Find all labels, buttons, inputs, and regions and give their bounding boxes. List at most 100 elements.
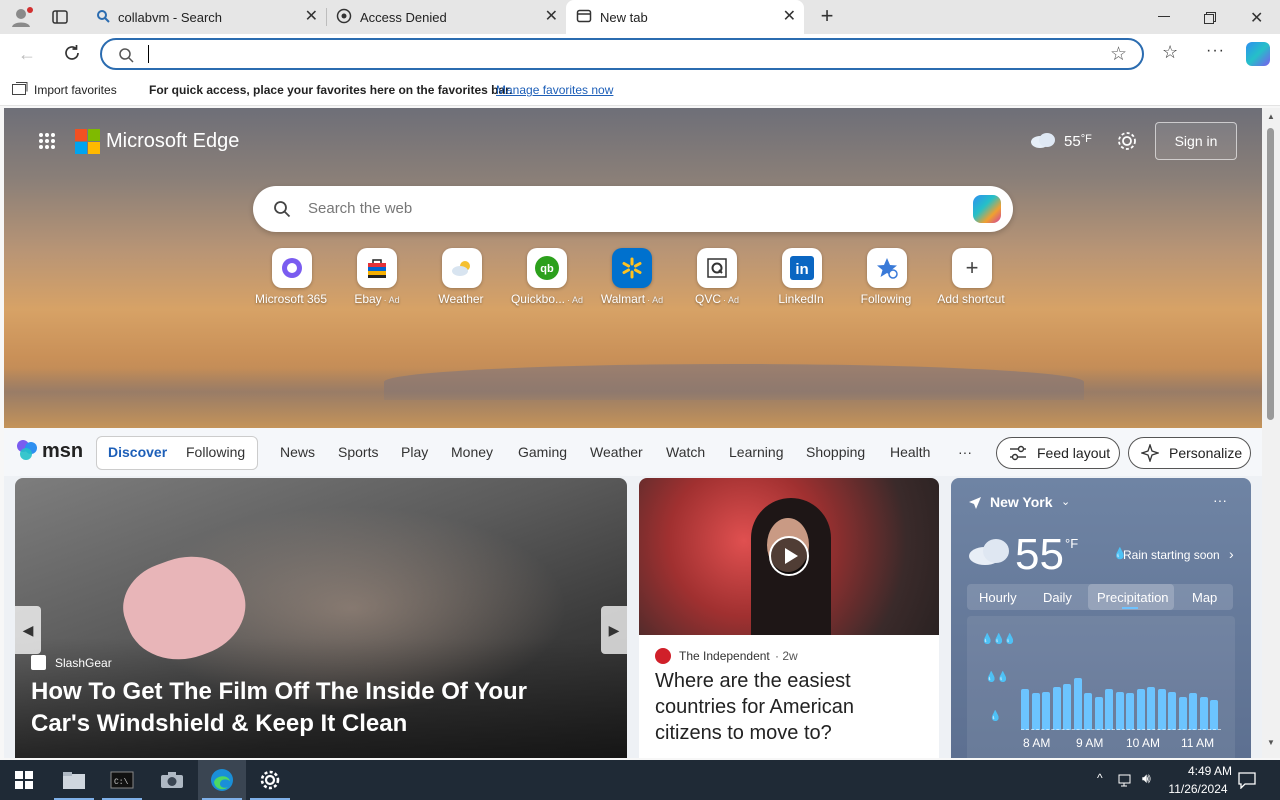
cloud-icon xyxy=(967,536,1013,566)
tab-map[interactable]: Map xyxy=(1192,590,1217,605)
favorite-star-icon[interactable]: ☆ xyxy=(1110,43,1127,66)
time-label: 8 AM xyxy=(1023,736,1051,750)
shortcut-microsoft-365[interactable]: Microsoft 365 xyxy=(252,248,332,306)
tab-discover[interactable]: Discover xyxy=(108,444,167,460)
close-icon[interactable]: ✕ xyxy=(545,9,558,25)
scrollbar-thumb[interactable] xyxy=(1267,128,1274,420)
weather-unit: °F xyxy=(1065,536,1079,551)
next-arrow-button[interactable]: ▶ xyxy=(601,606,627,654)
more-options-icon[interactable]: ··· xyxy=(1213,492,1227,508)
chevron-right-icon[interactable]: › xyxy=(1229,546,1234,562)
feed-layout-button[interactable]: Feed layout xyxy=(996,437,1120,469)
close-window-button[interactable]: ✕ xyxy=(1250,8,1263,28)
taskbar-camera[interactable] xyxy=(148,760,196,800)
play-button[interactable] xyxy=(769,536,809,576)
profile-icon[interactable] xyxy=(10,6,34,28)
web-search-box[interactable]: Search the web xyxy=(253,186,1013,232)
nav-money[interactable]: Money xyxy=(451,444,493,460)
chevron-down-icon[interactable]: ⌄ xyxy=(1061,495,1070,508)
nav-gaming[interactable]: Gaming xyxy=(518,444,567,460)
nav-play[interactable]: Play xyxy=(401,444,428,460)
svg-text:C:\: C:\ xyxy=(114,778,129,787)
shortcut-add[interactable]: + Add shortcut xyxy=(932,248,1012,306)
refresh-icon[interactable] xyxy=(62,43,82,68)
tab-hourly[interactable]: Hourly xyxy=(979,590,1017,605)
featured-article-card[interactable]: ◀ ▶ SlashGear How To Get The Film Off Th… xyxy=(15,478,627,758)
personalize-label: Personalize xyxy=(1169,445,1243,461)
favorites-icon[interactable]: ☆ xyxy=(1162,42,1178,63)
weather-location[interactable]: New York xyxy=(990,494,1053,510)
nav-health[interactable]: Health xyxy=(890,444,930,460)
clock-time[interactable]: 4:49 AM xyxy=(1172,764,1248,778)
taskbar-settings[interactable] xyxy=(246,760,294,800)
shortcut-following[interactable]: Following xyxy=(847,248,927,306)
address-bar[interactable]: ☆ xyxy=(100,38,1144,70)
address-input[interactable] xyxy=(148,45,149,63)
start-button[interactable] xyxy=(0,760,48,800)
manage-favorites-link[interactable]: Manage favorites now xyxy=(496,83,613,97)
new-tab-button[interactable]: + xyxy=(816,5,838,27)
scroll-up-icon[interactable]: ▲ xyxy=(1267,112,1275,121)
shortcut-ebay[interactable]: Ebay · Ad xyxy=(337,248,417,306)
close-icon[interactable]: ✕ xyxy=(783,9,796,25)
search-icon xyxy=(273,200,291,223)
taskbar-file-explorer[interactable] xyxy=(50,760,98,800)
nav-sports[interactable]: Sports xyxy=(338,444,378,460)
tab-following[interactable]: Following xyxy=(186,444,245,460)
personalize-button[interactable]: Personalize xyxy=(1128,437,1251,469)
tab-new-tab[interactable]: New tab ✕ xyxy=(566,0,804,34)
shortcut-walmart[interactable]: Walmart · Ad xyxy=(592,248,672,306)
taskbar-edge[interactable] xyxy=(198,760,246,800)
nav-watch[interactable]: Watch xyxy=(666,444,705,460)
shortcut-label: Walmart xyxy=(600,292,646,306)
article-headline[interactable]: How To Get The Film Off The Inside Of Yo… xyxy=(31,676,591,740)
notification-icon[interactable] xyxy=(1238,771,1256,794)
nav-shopping[interactable]: Shopping xyxy=(806,444,865,460)
clock-date[interactable]: 11/26/2024 xyxy=(1160,782,1236,796)
app-launcher-icon[interactable] xyxy=(38,132,56,150)
nav-learning[interactable]: Learning xyxy=(729,444,784,460)
article-headline[interactable]: Where are the easiest countries for Amer… xyxy=(655,668,925,746)
close-icon[interactable]: ✕ xyxy=(305,9,318,25)
page-scrollbar[interactable]: ▲ ▼ xyxy=(1262,108,1280,758)
msn-logo-icon[interactable] xyxy=(16,439,40,461)
time-label: 11 AM xyxy=(1181,736,1215,750)
import-favorites-button[interactable]: Import favorites xyxy=(34,83,117,97)
copilot-icon[interactable] xyxy=(973,195,1001,223)
prev-arrow-button[interactable]: ◀ xyxy=(15,606,41,654)
file-explorer-icon xyxy=(63,772,85,789)
shortcut-qvc[interactable]: QVC · Ad xyxy=(677,248,757,306)
weather-card[interactable]: New York ⌄ ··· 55 °F 💧 Rain starting soo… xyxy=(951,478,1251,758)
settings-gear-icon[interactable] xyxy=(1116,130,1138,152)
scroll-down-icon[interactable]: ▼ xyxy=(1267,738,1275,747)
header-temperature[interactable]: 55°F xyxy=(1064,133,1092,150)
volume-icon[interactable]: 🔊︎ xyxy=(1142,770,1151,787)
tab-access-denied[interactable]: Access Denied ✕ xyxy=(326,0,566,34)
minimize-button[interactable] xyxy=(1158,16,1170,17)
weather-temperature: 55 xyxy=(1015,530,1064,579)
more-nav-button[interactable]: ··· xyxy=(958,444,972,460)
light-rain-icon: 💧 xyxy=(989,711,1002,722)
more-options-icon[interactable]: ··· xyxy=(1206,42,1225,60)
news-article-card[interactable]: The Independent · 2w Where are the easie… xyxy=(639,478,939,758)
network-icon[interactable] xyxy=(1118,772,1134,793)
back-icon[interactable]: ← xyxy=(18,44,36,65)
tab-collabvm-search[interactable]: collabvm - Search ✕ xyxy=(86,0,326,34)
copilot-icon[interactable] xyxy=(1246,42,1270,66)
tab-precipitation[interactable]: Precipitation xyxy=(1097,590,1169,605)
nav-news[interactable]: News xyxy=(280,444,315,460)
shield-icon xyxy=(336,8,352,27)
restore-button[interactable] xyxy=(1204,11,1216,24)
precipitation-bar xyxy=(1095,697,1103,730)
tab-daily[interactable]: Daily xyxy=(1043,590,1072,605)
shortcut-quickbooks[interactable]: qb Quickbo... · Ad xyxy=(507,248,587,306)
weather-alert[interactable]: Rain starting soon xyxy=(1123,548,1220,562)
chevron-up-icon[interactable]: ^ xyxy=(1097,771,1103,785)
taskbar-terminal[interactable]: C:\ xyxy=(98,760,146,800)
shortcut-linkedin[interactable]: in LinkedIn xyxy=(762,248,842,306)
tab-actions-icon[interactable] xyxy=(52,9,68,25)
sign-in-button[interactable]: Sign in xyxy=(1155,122,1237,160)
cloud-icon[interactable] xyxy=(1030,132,1056,148)
nav-weather[interactable]: Weather xyxy=(590,444,643,460)
shortcut-weather[interactable]: Weather xyxy=(422,248,502,306)
